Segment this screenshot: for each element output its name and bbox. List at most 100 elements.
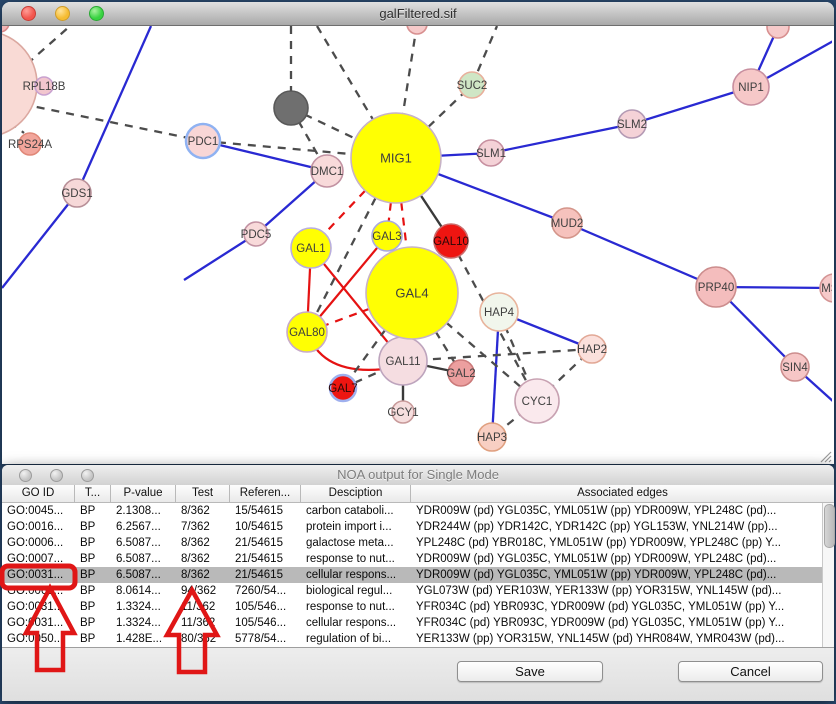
table-cell: BP [75,615,111,631]
table-row[interactable]: GO:0031...BP6.5087...8/36221/54615cellul… [2,567,834,583]
table-cell: 8/362 [176,551,230,567]
table-cell: YDR009W (pd) YGL035C, YML051W (pp) YDR00… [411,551,834,567]
column-header-referen[interactable]: Referen... [230,485,301,502]
network-edge [2,193,77,288]
network-canvas[interactable]: RPL18BRPS24AGDS1PDC1DMC1MIG1SUC2SLM1SLM2… [2,26,834,464]
table-cell: cellular respons... [301,567,411,583]
node-label: RPL18B [23,81,66,93]
table-cell: 105/546... [230,615,301,631]
network-edge [27,26,70,64]
table-cell: GO:0006... [2,535,75,551]
noa-table-header: GO IDT...P-valueTestReferen...Desciption… [2,485,834,503]
cancel-button[interactable]: Cancel [678,661,823,682]
node-label: HAP4 [484,307,515,319]
table-row[interactable]: GO:0007...BP6.5087...8/36221/54615respon… [2,551,834,567]
node-label: GAL80 [289,327,325,339]
table-cell: YER133W (pp) YOR315W, YNL145W (pd) YHR08… [411,631,834,647]
table-cell: YDR009W (pd) YGL035C, YML051W (pp) YDR00… [411,567,834,583]
network-node-topnode[interactable] [407,26,427,34]
table-cell: BP [75,567,111,583]
table-row[interactable]: GO:0031...BP1.3324...11/362105/546...res… [2,599,834,615]
table-cell: BP [75,503,111,519]
table-cell: 6.5087... [111,567,176,583]
table-cell: BP [75,583,111,599]
network-window-titlebar[interactable]: galFiltered.sif [2,2,834,26]
node-label: GAL10 [433,236,469,248]
node-label: SLM1 [476,148,506,160]
node-label: MSN [821,283,832,295]
table-row[interactable]: GO:0065...BP8.0614...94/3627260/54...bio… [2,583,834,599]
noa-window-titlebar[interactable]: NOA output for Single Mode [2,465,834,486]
table-cell: response to nut... [301,599,411,615]
table-cell: 21/54615 [230,535,301,551]
column-header-test[interactable]: Test [176,485,230,502]
network-window-title: galFiltered.sif [2,2,834,25]
node-label: MUD2 [551,218,584,230]
vertical-scrollbar[interactable] [822,503,834,647]
node-label: PDC1 [188,136,219,148]
node-label: GAL3 [372,231,401,243]
table-cell: GO:0065... [2,583,75,599]
table-cell: GO:0050... [2,631,75,647]
table-cell: galactose meta... [301,535,411,551]
column-header-associatededges[interactable]: Associated edges [411,485,834,502]
network-node-topright[interactable] [767,26,789,38]
network-graph: RPL18BRPS24AGDS1PDC1DMC1MIG1SUC2SLM1SLM2… [2,26,832,463]
scrollbar-thumb[interactable] [824,504,835,548]
resize-grip-icon[interactable] [817,449,833,463]
noa-table-body: GO:0045...BP2.1308...8/36215/54615carbon… [2,503,834,647]
table-cell: 21/54615 [230,551,301,567]
table-cell: GO:0045... [2,503,75,519]
table-cell: 7/362 [176,519,230,535]
node-label: PRP40 [698,282,734,294]
table-cell: GO:0031... [2,615,75,631]
table-cell: 94/362 [176,583,230,599]
table-row[interactable]: GO:0016...BP6.2567...7/36210/54615protei… [2,519,834,535]
node-label: GAL2 [446,368,475,380]
table-cell: regulation of bi... [301,631,411,647]
table-row[interactable]: GO:0045...BP2.1308...8/36215/54615carbon… [2,503,834,519]
table-row[interactable]: GO:0006...BP6.5087...8/36221/54615galact… [2,535,834,551]
noa-window: NOA output for Single Mode GO IDT...P-va… [2,465,834,700]
table-cell: 2.1308... [111,503,176,519]
node-label: RPS24A [8,139,52,151]
node-label: MIG1 [380,151,412,166]
table-cell: BP [75,535,111,551]
column-header-pvalue[interactable]: P-value [111,485,176,502]
table-cell: response to nut... [301,551,411,567]
table-cell: 6.5087... [111,535,176,551]
network-node-gray[interactable] [274,91,308,125]
table-cell: 1.3324... [111,615,176,631]
table-cell: GO:0016... [2,519,75,535]
table-cell: protein import i... [301,519,411,535]
table-cell: 8/362 [176,535,230,551]
table-cell: YFR034C (pd) YBR093C, YDR009W (pd) YGL03… [411,599,834,615]
column-header-t[interactable]: T... [75,485,111,502]
table-cell: GO:0007... [2,551,75,567]
table-cell: YDR009W (pd) YGL035C, YML051W (pp) YDR00… [411,503,834,519]
column-header-desciption[interactable]: Desciption [301,485,411,502]
node-label: GAL11 [386,356,421,368]
table-cell: YPL248C (pd) YBR018C, YML051W (pp) YDR00… [411,535,834,551]
network-edge [567,223,716,287]
node-label: SLM2 [617,119,647,131]
node-label: GAL4 [395,286,428,301]
save-button[interactable]: Save [457,661,603,682]
table-cell: BP [75,551,111,567]
node-label: HAP3 [477,432,507,444]
table-cell: carbon cataboli... [301,503,411,519]
table-cell: 11/362 [176,599,230,615]
table-row[interactable]: GO:0031...BP1.3324...11/362105/546...cel… [2,615,834,631]
node-label: PDC5 [241,229,272,241]
table-cell: cellular respons... [301,615,411,631]
table-cell: YDR244W (pp) YDR142C, YDR142C (pp) YGL15… [411,519,834,535]
node-label: GAL7 [328,383,357,395]
table-row[interactable]: GO:0050...BP1.428E...80/3625778/54...reg… [2,631,834,647]
node-label: GDS1 [61,188,92,200]
table-cell: 6.2567... [111,519,176,535]
network-node-cornerTL[interactable] [2,26,9,32]
noa-button-bar: Save Cancel [2,647,834,701]
table-cell: 21/54615 [230,567,301,583]
column-header-goid[interactable]: GO ID [2,485,75,502]
table-cell: 105/546... [230,599,301,615]
